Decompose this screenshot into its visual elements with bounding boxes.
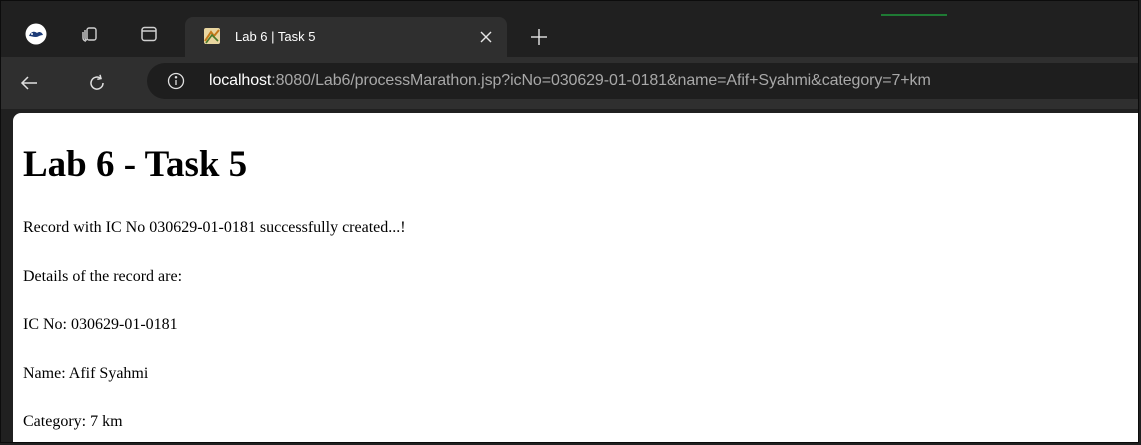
favicon-icon: [203, 27, 221, 45]
profile-icon[interactable]: [25, 23, 47, 45]
tab-strip: Lab 6 | Task 5: [1, 1, 1138, 57]
browser-window: Lab 6 | Task 5 localhost:8080/Lab6/proce…: [0, 0, 1139, 443]
url-text[interactable]: localhost:8080/Lab6/processMarathon.jsp?…: [209, 72, 931, 90]
close-icon[interactable]: [477, 28, 495, 46]
back-arrow-icon[interactable]: [17, 71, 41, 95]
refresh-icon[interactable]: [85, 71, 109, 95]
page-content: Lab 6 - Task 5 Record with IC No 030629-…: [13, 113, 1138, 442]
category-line: Category: 7 km: [23, 413, 123, 430]
toolbar: localhost:8080/Lab6/processMarathon.jsp?…: [1, 57, 1138, 109]
address-bar[interactable]: localhost:8080/Lab6/processMarathon.jsp?…: [147, 63, 1138, 99]
ic-number-line: IC No: 030629-01-0181: [23, 316, 178, 333]
url-host: localhost: [209, 72, 272, 89]
name-line: Name: Afif Syahmi: [23, 365, 149, 382]
workspaces-icon[interactable]: [79, 23, 101, 45]
tab-title: Lab 6 | Task 5: [235, 29, 316, 44]
plus-icon[interactable]: [529, 27, 549, 47]
tab-actions-icon[interactable]: [138, 23, 160, 45]
accent-bar: [881, 14, 947, 16]
success-message: Record with IC No 030629-01-0181 success…: [23, 219, 406, 236]
url-rest: :8080/Lab6/processMarathon.jsp?icNo=0306…: [271, 72, 931, 89]
details-intro: Details of the record are:: [23, 268, 183, 285]
browser-tab-active[interactable]: Lab 6 | Task 5: [185, 17, 507, 57]
info-icon[interactable]: [167, 72, 185, 90]
page-title: Lab 6 - Task 5: [23, 144, 248, 185]
